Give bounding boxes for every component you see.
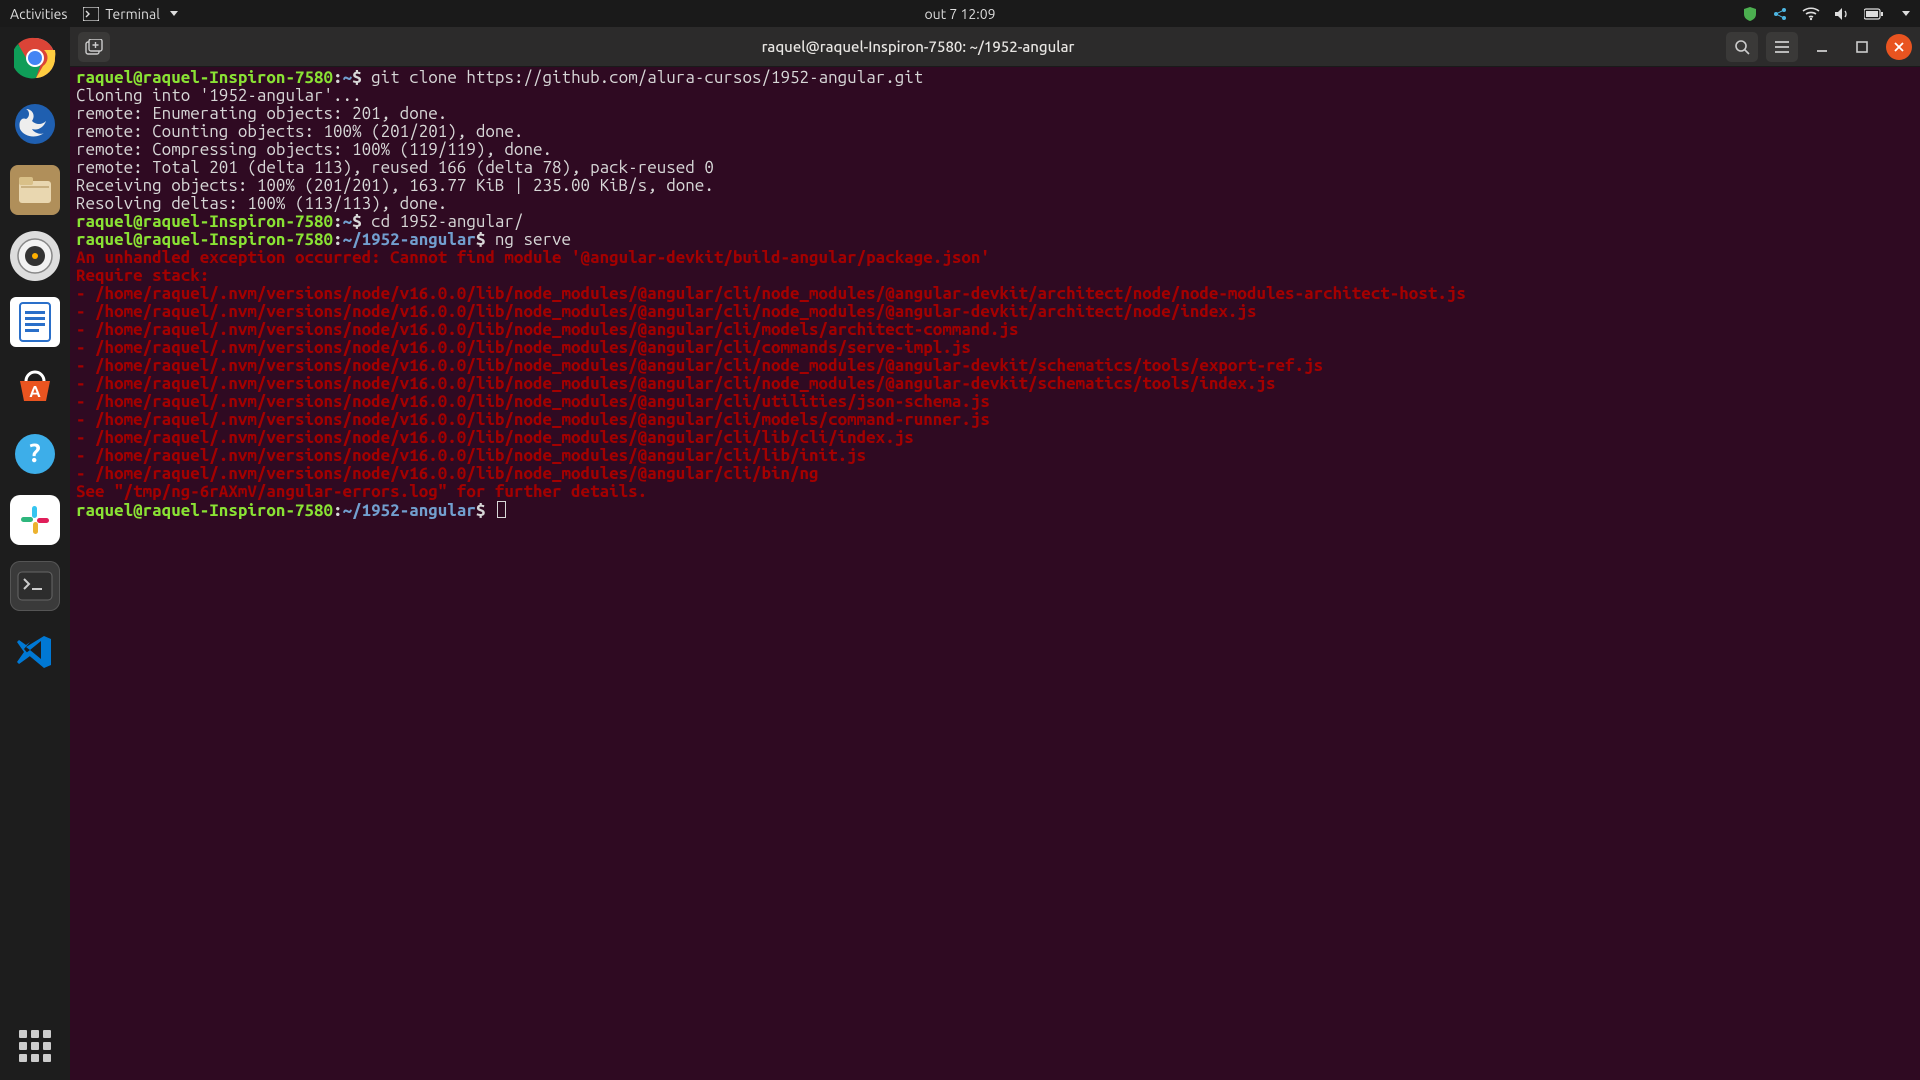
gnome-top-bar: Activities Terminal out 7 12:09 <box>0 0 1920 27</box>
close-icon <box>1893 41 1905 53</box>
dock-app-chrome[interactable] <box>10 33 60 83</box>
svg-text:A: A <box>29 383 41 401</box>
chevron-down-icon <box>1902 11 1910 16</box>
window-title: raquel@raquel-Inspiron-7580: ~/1952-angu… <box>118 38 1718 55</box>
maximize-button[interactable] <box>1846 32 1878 62</box>
app-menu[interactable]: Terminal <box>83 6 178 22</box>
app-menu-label: Terminal <box>105 6 160 22</box>
window-header: raquel@raquel-Inspiron-7580: ~/1952-angu… <box>70 27 1920 67</box>
dock-app-help[interactable]: ? <box>10 429 60 479</box>
shield-icon <box>1742 6 1758 22</box>
dock-app-files[interactable] <box>10 165 60 215</box>
minimize-button[interactable] <box>1806 32 1838 62</box>
dock-app-software[interactable]: A <box>10 363 60 413</box>
close-button[interactable] <box>1886 34 1912 60</box>
activities-button[interactable]: Activities <box>10 6 67 22</box>
battery-icon <box>1864 8 1884 20</box>
terminal-window: raquel@raquel-Inspiron-7580: ~/1952-angu… <box>70 27 1920 1080</box>
show-applications-button[interactable] <box>19 1030 51 1062</box>
volume-icon <box>1834 7 1850 21</box>
indicator-icon <box>1772 6 1788 22</box>
terminal-body[interactable]: raquel@raquel-Inspiron-7580:~$ git clone… <box>70 67 1920 1080</box>
wifi-icon <box>1802 7 1820 21</box>
minimize-icon <box>1815 40 1829 54</box>
dock-app-libreoffice-writer[interactable] <box>10 297 60 347</box>
search-icon <box>1734 39 1750 55</box>
search-button[interactable] <box>1726 32 1758 62</box>
svg-text:?: ? <box>29 438 40 467</box>
dock-app-vscode[interactable] <box>10 627 60 677</box>
maximize-icon <box>1855 40 1869 54</box>
dock-app-thunderbird[interactable] <box>10 99 60 149</box>
status-area[interactable] <box>1742 6 1910 22</box>
dock-app-slack[interactable] <box>10 495 60 545</box>
dock-app-rhythmbox[interactable] <box>10 231 60 281</box>
clock[interactable]: out 7 12:09 <box>924 6 995 22</box>
terminal-app-icon <box>83 7 99 21</box>
new-tab-button[interactable] <box>78 32 110 62</box>
ubuntu-dock: A ? <box>0 27 70 1080</box>
chevron-down-icon <box>170 11 178 16</box>
hamburger-icon <box>1774 40 1790 54</box>
hamburger-menu-button[interactable] <box>1766 32 1798 62</box>
dock-app-terminal[interactable] <box>10 561 60 611</box>
